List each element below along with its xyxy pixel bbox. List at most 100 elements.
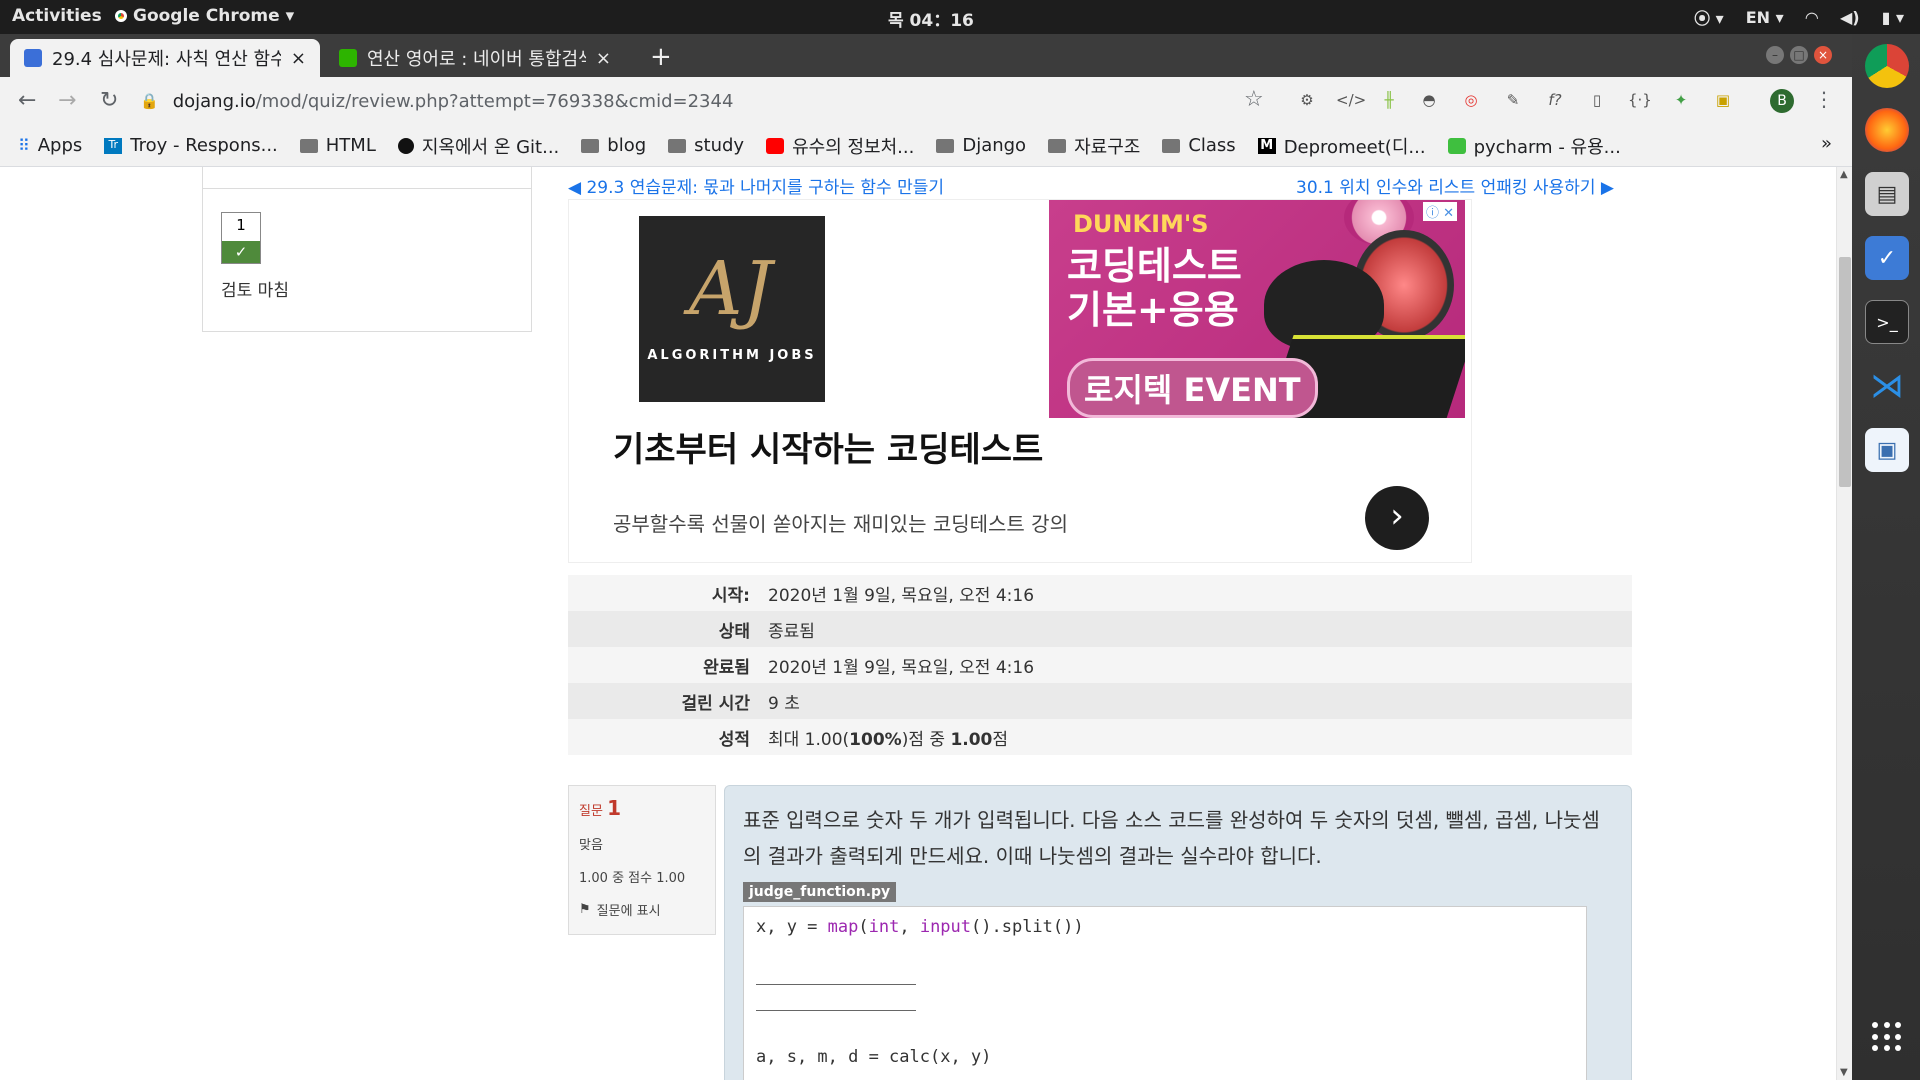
back-arrow-icon[interactable]: ← xyxy=(18,88,36,113)
clock[interactable]: 목 04：16 xyxy=(888,6,974,31)
new-tab-button[interactable]: + xyxy=(650,42,672,72)
minimize-button[interactable]: – xyxy=(1766,46,1784,64)
battery-icon[interactable]: ▮ ▾ xyxy=(1882,8,1904,27)
image-viewer-icon[interactable]: ▣ xyxy=(1865,428,1909,472)
bookmark-label: blog xyxy=(607,135,647,156)
maximize-button[interactable]: □ xyxy=(1790,46,1808,64)
firefox-icon[interactable] xyxy=(1865,108,1909,152)
volume-icon[interactable]: ◀) xyxy=(1840,8,1860,27)
aj-logo-mark-icon: AJ xyxy=(689,246,773,332)
page-scrollbar[interactable]: ▲ ▼ xyxy=(1836,167,1852,1080)
question-number: 질문 1 xyxy=(579,796,705,820)
forward-arrow-icon[interactable]: → xyxy=(58,88,76,113)
tab-naver[interactable]: 연산 영어로 : 네이버 통합검색 × xyxy=(325,39,625,77)
bookmark-label: Troy - Respons... xyxy=(130,135,278,156)
scrollbar-thumb[interactable] xyxy=(1839,257,1851,487)
bookmark-troy[interactable]: Tr Troy - Respons... xyxy=(104,135,278,156)
caret-down-icon: ▾ xyxy=(285,6,295,26)
code-block: x, y = map(int, input().split()) a, s, m… xyxy=(743,906,1587,1080)
tab-close-icon[interactable]: × xyxy=(596,48,611,69)
reload-icon[interactable]: ↻ xyxy=(100,88,118,113)
summary-label: 걸린 시간 xyxy=(681,693,750,714)
extension-formula-icon[interactable]: f? xyxy=(1544,89,1566,111)
tab-dojang[interactable]: 29.4 심사문제: 사칙 연산 함수 × xyxy=(10,39,320,77)
extension-eyedropper-icon[interactable]: ✎ xyxy=(1502,89,1524,111)
bookmark-apps[interactable]: ⠿ Apps xyxy=(18,135,82,156)
activities-button[interactable]: Activities xyxy=(12,6,102,26)
summary-row: 상태 종료됨 xyxy=(568,611,1632,647)
ubuntu-dock: ▤ ✓ >_ ⋊ ▣ xyxy=(1852,34,1920,1080)
extension-gear-icon[interactable]: ⚙ xyxy=(1296,89,1318,111)
extension-ladder-icon[interactable]: ╫ xyxy=(1378,89,1400,111)
extension-code-icon[interactable]: </> xyxy=(1336,89,1366,111)
grade-score: 1.00 xyxy=(950,729,993,750)
profile-avatar[interactable]: B xyxy=(1770,89,1794,113)
window-close-button[interactable]: × xyxy=(1814,46,1832,64)
bookmark-html[interactable]: HTML xyxy=(299,135,376,156)
finish-review-link[interactable]: 검토 마침 xyxy=(221,276,289,301)
question-nav-button[interactable]: 1 ✓ xyxy=(221,212,261,264)
grade-text: 최대 1.00( xyxy=(768,729,850,750)
flag-label: 질문에 표시 xyxy=(596,904,661,919)
grade-text: )점 중 xyxy=(901,729,951,750)
url-host: dojang.io xyxy=(172,90,256,112)
show-applications-icon[interactable] xyxy=(1872,1022,1902,1052)
code-line: x, y = map(int, input().split()) xyxy=(756,917,1574,943)
wifi-icon[interactable]: ◠ xyxy=(1806,8,1818,27)
flag-question-button[interactable]: ⚑ 질문에 표시 xyxy=(579,900,705,919)
question-grade: 1.00 중 점수 1.00 xyxy=(579,871,686,886)
attempt-summary-table: 시작: 2020년 1월 9일, 목요일, 오전 4:16 상태 종료됨 완료됨… xyxy=(568,575,1632,755)
summary-label: 상태 xyxy=(718,621,750,642)
code-line xyxy=(756,995,1574,1021)
chevron-right-icon[interactable]: › xyxy=(1365,486,1429,550)
next-lesson-link[interactable]: 30.1 위치 인수와 리스트 언패킹 사용하기 ▶ xyxy=(1296,173,1614,198)
bookmark-pycharm[interactable]: pycharm - 유용... xyxy=(1447,133,1621,159)
system-tray[interactable]: ⦿ ▾ EN ▾ ◠ ◀) ▮ ▾ xyxy=(1694,5,1904,29)
terminal-icon[interactable]: >_ xyxy=(1865,300,1909,344)
ad-choices-icon[interactable]: ⓘ ✕ xyxy=(1422,202,1457,221)
prev-lesson-link[interactable]: ◀ 29.3 연습문제: 몫과 나머지를 구하는 함수 만들기 xyxy=(568,173,944,198)
bookmark-git[interactable]: 지옥에서 온 Git... xyxy=(397,133,559,159)
bookmark-label: study xyxy=(694,135,745,156)
summary-row: 시작: 2020년 1월 9일, 목요일, 오전 4:16 xyxy=(568,575,1632,611)
advertisement[interactable]: AJ ALGORITHM JOBS DUNKIM'S 코딩테스트 기본+응용 로… xyxy=(568,199,1472,563)
folder-icon xyxy=(668,138,687,153)
extension-color-icon[interactable]: ✦ xyxy=(1670,89,1692,111)
bookmark-youtube[interactable]: 유수의 정보처... xyxy=(766,133,914,159)
bookmark-blog[interactable]: blog xyxy=(581,135,646,156)
address-bar[interactable]: 🔒 dojang.io/mod/quiz/review.php?attempt=… xyxy=(140,83,1270,119)
chrome-menu-icon[interactable]: ⋮ xyxy=(1814,87,1834,111)
banner-title: 코딩테스트 기본+응용 xyxy=(1067,244,1242,332)
bookmark-django[interactable]: Django xyxy=(936,135,1026,156)
extension-swirl-icon[interactable]: ◎ xyxy=(1460,89,1482,111)
tab-close-icon[interactable]: × xyxy=(291,48,306,69)
checkmark-icon: ✓ xyxy=(222,241,260,263)
chrome-icon[interactable] xyxy=(1865,44,1909,88)
bookmark-star-icon[interactable]: ☆ xyxy=(1244,87,1264,112)
language-indicator[interactable]: EN ▾ xyxy=(1746,8,1784,27)
ad-banner-image[interactable]: DUNKIM'S 코딩테스트 기본+응용 로지텍 EVENT ⓘ ✕ xyxy=(1049,200,1465,418)
vscode-icon[interactable]: ⋊ xyxy=(1865,364,1909,408)
bookmark-datastructure[interactable]: 자료구조 xyxy=(1048,133,1140,159)
extension-phone-icon[interactable]: ▯ xyxy=(1586,89,1608,111)
files-icon[interactable]: ▤ xyxy=(1865,172,1909,216)
divider xyxy=(203,188,531,189)
bookmark-label: Depromeet(디... xyxy=(1283,136,1426,158)
algorithm-jobs-logo: AJ ALGORITHM JOBS xyxy=(639,216,825,402)
extension-mask-icon[interactable]: ◓ xyxy=(1418,89,1440,111)
bookmarks-overflow-button[interactable]: » xyxy=(1821,133,1832,154)
app-menu[interactable]: Google Chrome ▾ xyxy=(115,6,294,26)
lock-icon[interactable]: 🔒 xyxy=(140,92,159,110)
grade-percent: 100% xyxy=(849,729,902,750)
code-token: int xyxy=(868,917,900,937)
bookmark-study[interactable]: study xyxy=(668,135,744,156)
extension-braces-icon[interactable]: {·} xyxy=(1628,89,1652,111)
accessibility-icon[interactable]: ⦿ ▾ xyxy=(1694,5,1724,29)
scroll-up-icon[interactable]: ▲ xyxy=(1840,169,1848,180)
scroll-down-icon[interactable]: ▼ xyxy=(1840,1067,1848,1078)
tasks-icon[interactable]: ✓ xyxy=(1865,236,1909,280)
extension-folder-icon[interactable]: ▣ xyxy=(1712,89,1734,111)
bookmark-depromeet[interactable]: M Depromeet(디... xyxy=(1257,133,1426,159)
summary-value: 9 초 xyxy=(768,693,800,714)
bookmark-class[interactable]: Class xyxy=(1162,135,1236,156)
